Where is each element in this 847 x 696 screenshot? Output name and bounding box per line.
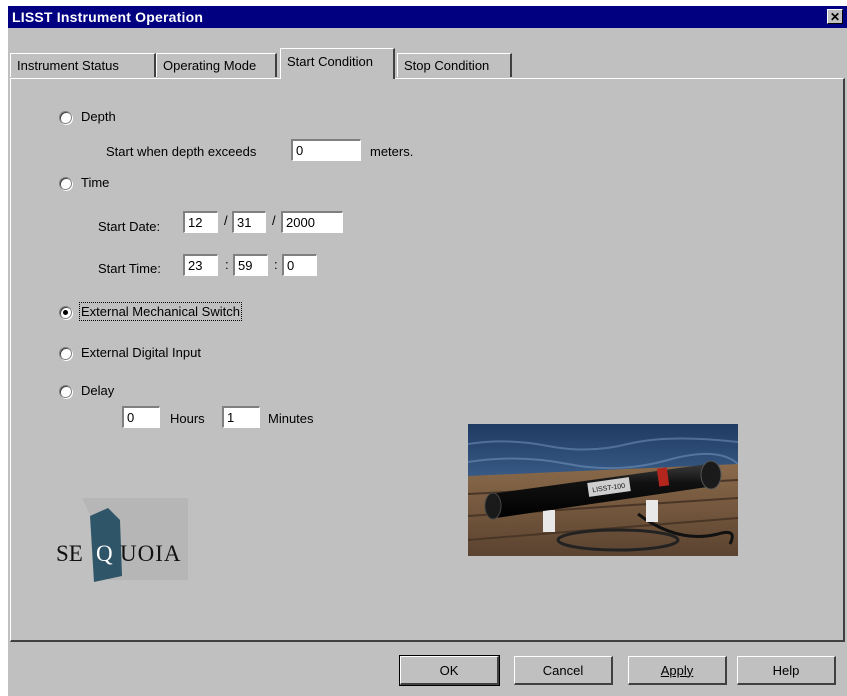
external-mechanical-switch-radio[interactable] <box>59 306 72 319</box>
time-label: Time <box>81 175 110 190</box>
start-month-input[interactable]: 12 <box>183 211 218 233</box>
sequoia-logo-graphic: SE Q UOIA <box>56 498 188 582</box>
depth-radio[interactable] <box>59 111 72 124</box>
start-day-input[interactable]: 31 <box>232 211 266 233</box>
delay-label: Delay <box>81 383 115 398</box>
help-button[interactable]: Help <box>737 656 836 685</box>
instrument-photo: LISST-100 <box>467 424 739 556</box>
time-radio[interactable] <box>59 177 72 190</box>
depth-prompt: Start when depth exceeds <box>106 144 257 159</box>
depth-label: Depth <box>81 109 116 124</box>
cancel-button[interactable]: Cancel <box>514 656 613 685</box>
date-separator: / <box>224 213 228 228</box>
logo-se-text: SE <box>56 541 83 566</box>
start-second-input[interactable]: 0 <box>282 254 317 276</box>
sequoia-logo: SE Q UOIA <box>56 498 196 588</box>
ok-button[interactable]: OK <box>399 655 500 686</box>
logo-uoia-text: UOIA <box>120 541 182 566</box>
start-year-input[interactable]: 2000 <box>281 211 343 233</box>
delay-hours-label: Hours <box>170 411 205 426</box>
apply-button-label: Apply <box>660 662 694 678</box>
logo-q-text: Q <box>96 541 113 566</box>
date-separator: / <box>272 213 276 228</box>
close-icon[interactable]: ✕ <box>827 9 843 24</box>
delay-hours-input[interactable]: 0 <box>122 406 160 428</box>
dialog-window: LISST Instrument Operation ✕ Instrument … <box>8 6 847 696</box>
tab-instrument-status[interactable]: Instrument Status <box>10 53 156 77</box>
radio-selected-dot <box>63 310 68 315</box>
tab-start-condition[interactable]: Start Condition <box>280 48 395 79</box>
tab-stop-condition[interactable]: Stop Condition <box>397 53 512 77</box>
window-title: LISST Instrument Operation <box>12 9 204 25</box>
depth-unit: meters. <box>370 144 414 159</box>
time-separator: : <box>274 257 278 272</box>
delay-minutes-input[interactable]: 1 <box>222 406 260 428</box>
depth-input[interactable]: 0 <box>291 139 361 161</box>
title-bar[interactable]: LISST Instrument Operation ✕ <box>8 6 847 28</box>
instrument-photo-graphic: LISST-100 <box>467 424 739 556</box>
external-digital-input-radio[interactable] <box>59 347 72 360</box>
external-digital-input-label: External Digital Input <box>81 345 201 360</box>
start-hour-input[interactable]: 23 <box>183 254 218 276</box>
tab-operating-mode[interactable]: Operating Mode <box>156 53 277 77</box>
external-mechanical-switch-label[interactable]: External Mechanical Switch <box>79 302 242 321</box>
apply-button[interactable]: Apply <box>628 656 727 685</box>
start-time-label: Start Time: <box>98 261 161 276</box>
delay-radio[interactable] <box>59 385 72 398</box>
start-date-label: Start Date: <box>98 219 161 234</box>
time-separator: : <box>225 257 229 272</box>
delay-minutes-label: Minutes <box>268 411 314 426</box>
start-minute-input[interactable]: 59 <box>233 254 268 276</box>
